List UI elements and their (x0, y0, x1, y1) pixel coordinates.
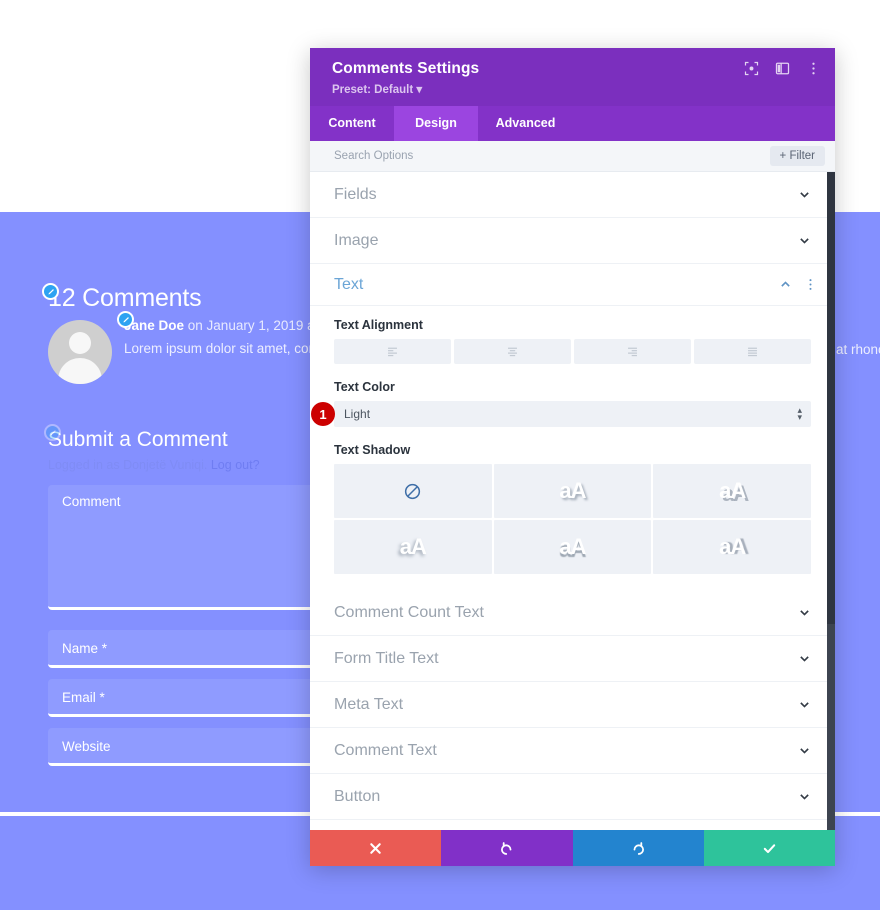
section-fields[interactable]: Fields (310, 172, 835, 218)
section-image-label: Image (334, 231, 379, 249)
text-shadow-label: Text Shadow (334, 443, 411, 457)
section-comment-count-text-label: Comment Count Text (334, 603, 484, 621)
settings-scrollbar-thumb[interactable] (827, 172, 835, 624)
section-text-body: Text Alignment Text Color 1 Light ▴ ▾ Te… (310, 306, 835, 590)
comment-overflow-text: at rhoncu (836, 342, 880, 357)
chevron-down-icon (798, 744, 811, 757)
chevron-down-icon (798, 606, 811, 619)
inline-edit-badge-heading[interactable] (42, 283, 59, 300)
comments-settings-modal: Comments Settings Preset: Default ▾ Cont… (310, 48, 835, 866)
comment-textarea-label: Comment (62, 494, 121, 509)
modal-footer (310, 830, 835, 866)
modal-header-icons (744, 61, 821, 76)
shadow-preview-glyph: aA (719, 478, 746, 503)
section-form-title-text-label: Form Title Text (334, 649, 439, 667)
section-meta-text[interactable]: Meta Text (310, 682, 835, 728)
email-input-label: Email * (62, 690, 105, 705)
logged-in-prefix: Logged in as (48, 458, 124, 472)
logout-link[interactable]: Log out? (211, 458, 260, 472)
shadow-hard-right-option[interactable]: aA (653, 464, 811, 518)
align-right-icon[interactable] (574, 339, 691, 364)
page-comment-count-heading: 12 Comments (48, 284, 202, 312)
section-comment-text-label: Comment Text (334, 741, 437, 759)
section-comment-text[interactable]: Comment Text (310, 728, 835, 774)
chevron-down-icon (798, 698, 811, 711)
cancel-button[interactable] (310, 830, 442, 866)
kebab-menu-icon[interactable] (804, 278, 817, 291)
kebab-menu-icon[interactable] (806, 61, 821, 76)
shadow-preview-glyph: aA (559, 478, 586, 503)
focus-target-icon[interactable] (744, 61, 759, 76)
redo-button[interactable] (572, 830, 704, 866)
website-input-label: Website (62, 739, 111, 754)
shadow-preview-glyph: aA (559, 534, 586, 559)
shadow-soft-right-option[interactable]: aA (493, 464, 652, 518)
tab-advanced[interactable]: Advanced (478, 106, 573, 141)
settings-scrollbar-track[interactable] (827, 172, 835, 830)
commenter-avatar (48, 320, 112, 384)
section-form-title-text[interactable]: Form Title Text (310, 636, 835, 682)
filter-button[interactable]: + Filter (769, 146, 825, 166)
logged-in-notice: Logged in as Donjetë Vuniqi. Log out? (48, 458, 260, 472)
screen: 12 Comments Jane Doe on January 1, 2019 … (0, 0, 880, 910)
section-fields-label: Fields (334, 185, 377, 203)
chevron-down-icon (798, 188, 811, 201)
redo-icon (631, 841, 646, 856)
undo-button[interactable] (441, 830, 573, 866)
shadow-soft-left-option[interactable]: aA (334, 520, 492, 574)
tab-content[interactable]: Content (310, 106, 394, 141)
settings-scroll-area: Fields Image Text Text Alignment Text Co… (310, 172, 835, 830)
chevron-down-icon (798, 234, 811, 247)
align-center-icon[interactable] (454, 339, 571, 364)
text-color-select[interactable]: 1 Light ▴ ▾ (311, 401, 811, 427)
shadow-preview-glyph: aA (719, 534, 746, 559)
tab-design[interactable]: Design (394, 106, 478, 141)
text-alignment-group (334, 339, 811, 364)
section-text-label: Text (334, 275, 364, 293)
text-color-value: Light (344, 407, 371, 421)
close-icon (368, 841, 383, 856)
layout-columns-icon[interactable] (775, 61, 790, 76)
text-color-label: Text Color (334, 380, 395, 394)
section-button-label: Button (334, 787, 381, 805)
align-justify-icon[interactable] (694, 339, 811, 364)
section-comment-count-text[interactable]: Comment Count Text (310, 590, 835, 636)
logged-in-separator: . (203, 458, 211, 472)
preset-selector[interactable]: Preset: Default ▾ (332, 82, 817, 96)
name-input-label: Name * (62, 641, 108, 656)
shadow-none-option[interactable] (334, 464, 492, 518)
section-button[interactable]: Button (310, 774, 835, 820)
undo-icon (499, 841, 514, 856)
shadow-preview-glyph: aA (399, 534, 427, 559)
section-text-header-icons (779, 278, 817, 291)
shadow-right-flat-option[interactable]: aA (653, 520, 811, 574)
logged-in-username: Donjetë Vuniqi (123, 458, 204, 472)
check-icon (762, 841, 777, 856)
modal-header: Comments Settings Preset: Default ▾ (310, 48, 835, 106)
text-alignment-label: Text Alignment (334, 318, 423, 332)
modal-tabs: Content Design Advanced (310, 106, 835, 141)
search-input[interactable] (334, 150, 634, 162)
text-shadow-grid: aA aA aA aA aA (334, 464, 811, 574)
submit-comment-title: Submit a Comment (48, 428, 228, 451)
shadow-bottom-option[interactable]: aA (493, 520, 652, 574)
section-meta-text-label: Meta Text (334, 695, 404, 713)
section-image[interactable]: Image (310, 218, 835, 264)
align-left-icon[interactable] (334, 339, 451, 364)
inline-edit-badge-comment[interactable] (117, 311, 134, 328)
section-sizing[interactable]: Sizing (310, 820, 835, 830)
search-options-bar: + Filter (310, 141, 835, 172)
step-badge-1: 1 (311, 402, 335, 426)
inline-edit-badge-form[interactable] (44, 424, 61, 441)
save-button[interactable] (703, 830, 835, 866)
chevron-up-icon[interactable] (779, 278, 792, 291)
chevron-down-icon (798, 790, 811, 803)
section-text-header[interactable]: Text (310, 264, 835, 306)
select-stepper-icon[interactable]: ▴ ▾ (797, 406, 802, 422)
chevron-down-icon (798, 652, 811, 665)
